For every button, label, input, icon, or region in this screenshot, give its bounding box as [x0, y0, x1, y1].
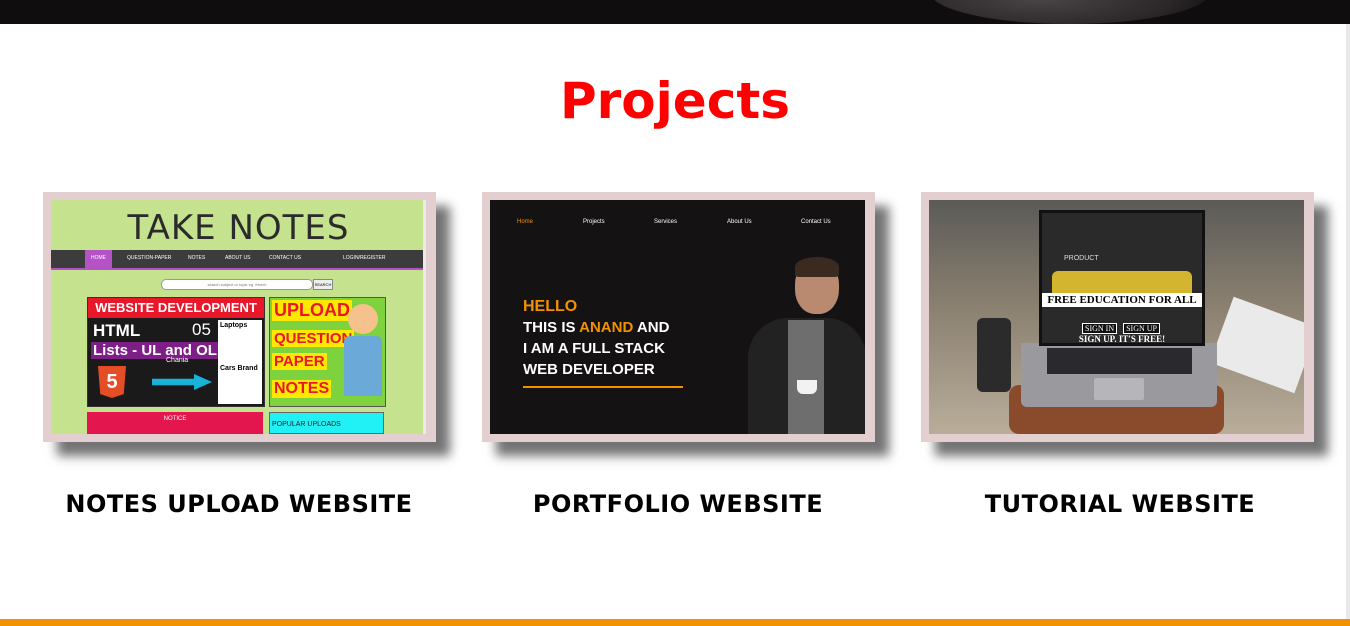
upload-line-2: QUESTION	[272, 330, 355, 347]
portrait-hair	[795, 257, 839, 277]
tutorial-tagline: SIGN UP. IT'S FREE!	[1078, 334, 1166, 344]
project-title-notes[interactable]: NOTES UPLOAD WEBSITE	[29, 490, 449, 518]
web-dev-banner-chania: Chania	[166, 357, 189, 364]
portfolio-nav-services: Services	[654, 219, 678, 225]
web-dev-banner-title: WEBSITE DEVELOPMENT	[88, 298, 264, 318]
portfolio-nav-contact: Contact Us	[801, 219, 831, 225]
notes-nav-login: LOGIN/REGISTER	[343, 255, 386, 261]
notes-nav-bar: HOME QUESTION-PAPER NOTES ABOUT US CONTA…	[51, 250, 423, 268]
projects-heading: Projects	[559, 72, 790, 130]
portfolio-hello: HELLO	[523, 298, 578, 315]
web-dev-side-panel: Laptops Cars Brand	[218, 320, 262, 404]
portrait-shirt	[788, 320, 824, 434]
intro-name: ANAND	[579, 319, 634, 336]
portfolio-nav-projects: Projects	[583, 219, 605, 225]
laptop-screen: PRODUCT FREE EDUCATION FOR ALL SIGN IN SI…	[1039, 210, 1205, 346]
upload-banner: UPLOAD QUESTION PAPER NOTES	[269, 297, 386, 407]
notice-box: NOTICE	[87, 412, 263, 434]
laptop-keyboard	[1047, 348, 1192, 374]
web-dev-banner-lists: Lists - UL and OL	[91, 342, 219, 359]
tutorial-product-label: PRODUCT	[1064, 255, 1099, 262]
notes-search-button: SEARCH	[313, 279, 333, 290]
project-card-tutorial[interactable]: PRODUCT FREE EDUCATION FOR ALL SIGN IN SI…	[921, 192, 1314, 442]
side-heading-cars: Cars Brand	[220, 365, 258, 372]
tutorial-sign-up-button: SIGN UP	[1123, 323, 1161, 334]
project-title-portfolio[interactable]: PORTFOLIO WEBSITE	[468, 490, 888, 518]
notes-nav-contact: CONTACT US	[269, 255, 302, 261]
upload-line-1: UPLOAD	[272, 300, 352, 321]
intro-prefix: THIS IS	[523, 319, 580, 336]
notes-nav-notes: NOTES	[188, 255, 206, 261]
hero-photo	[930, 0, 1210, 24]
notes-nav-home: HOME	[85, 250, 112, 268]
notes-website-screenshot[interactable]: TAKE NOTES HOME QUESTION-PAPER NOTES ABO…	[51, 200, 426, 434]
footer-accent-bar	[0, 619, 1350, 626]
side-heading-laptops: Laptops	[220, 322, 248, 329]
arrow-icon	[152, 374, 212, 390]
web-dev-banner-number: 05	[192, 320, 211, 339]
coffee-cup-icon	[797, 380, 817, 394]
upload-line-4: NOTES	[272, 380, 332, 398]
project-card-notes[interactable]: TAKE NOTES HOME QUESTION-PAPER NOTES ABO…	[43, 192, 436, 442]
notes-search-input: search subject or topic eg. french	[161, 279, 313, 290]
tutorial-sign-in-button: SIGN IN	[1082, 323, 1118, 334]
popular-uploads-box: POPULAR UPLOADS	[269, 412, 384, 434]
portfolio-nav-about: About Us	[727, 219, 752, 225]
tutorial-headline: FREE EDUCATION FOR ALL	[1042, 293, 1202, 307]
notes-nav-question-paper: QUESTION-PAPER	[127, 255, 172, 261]
web-dev-banner: WEBSITE DEVELOPMENT HTML 05 Lists - UL a…	[87, 297, 265, 407]
laptop-trackpad	[1094, 378, 1144, 400]
project-title-tutorial[interactable]: TUTORIAL WEBSITE	[910, 490, 1330, 518]
portfolio-website-screenshot[interactable]: Home Projects Services About Us Contact …	[490, 200, 865, 434]
header-banner	[0, 0, 1350, 24]
cartoon-face-icon	[348, 304, 378, 334]
notes-scrollbar	[423, 200, 426, 434]
html5-logo-icon: 5	[98, 366, 126, 398]
magazine-image	[1209, 296, 1304, 394]
upload-line-3: PAPER	[272, 353, 327, 370]
notes-nav-underline	[51, 268, 423, 270]
notes-brand-title: TAKE NOTES	[127, 208, 350, 248]
portfolio-intro-line-1: THIS IS ANAND AND	[523, 317, 669, 338]
intro-suffix: AND	[633, 319, 670, 336]
portfolio-nav-home: Home	[517, 219, 534, 225]
portfolio-intro-line-3: WEB DEVELOPER	[523, 361, 655, 378]
tutorial-website-screenshot[interactable]: PRODUCT FREE EDUCATION FOR ALL SIGN IN SI…	[929, 200, 1304, 434]
project-card-portfolio[interactable]: Home Projects Services About Us Contact …	[482, 192, 875, 442]
portfolio-intro-line-2: I AM A FULL STACK	[523, 340, 665, 357]
cartoon-body-icon	[344, 336, 382, 396]
web-dev-banner-html: HTML	[93, 321, 141, 340]
notes-nav-about: ABOUT US	[225, 255, 251, 261]
portfolio-intro-underline	[523, 386, 683, 388]
mug-image	[977, 318, 1011, 392]
